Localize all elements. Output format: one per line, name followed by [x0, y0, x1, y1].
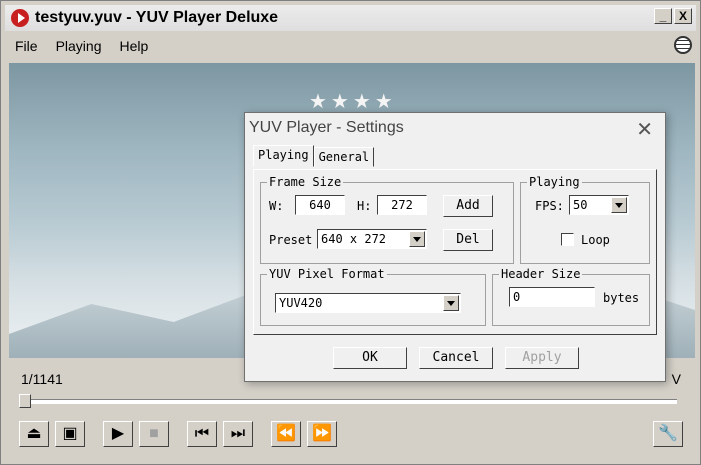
globe-icon[interactable] — [674, 36, 692, 54]
header-size-unit: bytes — [603, 291, 640, 305]
close-button[interactable]: X — [674, 8, 692, 24]
menu-file[interactable]: File — [15, 38, 38, 54]
width-field[interactable]: 640 — [295, 195, 345, 215]
chevron-down-icon[interactable] — [409, 231, 425, 247]
dialog-title: YUV Player - Settings — [249, 119, 404, 136]
rewind-button[interactable]: ⏪ — [271, 421, 301, 447]
frame-size-legend: Frame Size — [267, 175, 344, 189]
preset-combo[interactable]: 640 x 272 — [317, 229, 427, 249]
playing-group: Playing FPS: 50 Loop — [520, 175, 650, 264]
window-controls: _ X — [654, 8, 692, 24]
preset-label: Preset — [269, 233, 313, 247]
seek-thumb[interactable] — [19, 394, 31, 408]
fps-combo[interactable]: 50 — [569, 195, 629, 215]
pixel-format-combo[interactable]: YUV420 — [275, 293, 461, 313]
partial-label: V — [671, 371, 681, 387]
next-frame-button[interactable]: ⏭ — [223, 421, 253, 447]
playing-tab-panel: Frame Size W: 640 H: 272 Add Preset 640 … — [253, 169, 657, 335]
close-icon[interactable]: ✕ — [636, 117, 653, 142]
height-label: H: — [357, 199, 372, 213]
fast-forward-button[interactable]: ⏩ — [307, 421, 337, 447]
loop-label: Loop — [581, 233, 610, 247]
pixel-format-legend: YUV Pixel Format — [267, 267, 387, 281]
preset-value: 640 x 272 — [321, 232, 387, 246]
tab-playing[interactable]: Playing — [253, 145, 314, 167]
seek-track[interactable] — [21, 399, 677, 404]
pixel-format-group: YUV Pixel Format YUV420 — [260, 267, 486, 326]
header-size-field[interactable]: 0 — [509, 287, 595, 307]
apply-button[interactable]: Apply — [505, 347, 579, 369]
ok-button[interactable]: OK — [333, 347, 407, 369]
chevron-down-icon[interactable] — [611, 197, 627, 213]
app-play-icon — [11, 9, 29, 27]
menu-bar: File Playing Help — [7, 35, 696, 57]
header-size-group: Header Size 0 bytes — [492, 267, 650, 326]
menu-help[interactable]: Help — [119, 38, 148, 54]
frame-counter: 1/1141 — [21, 371, 63, 387]
add-button[interactable]: Add — [443, 195, 493, 217]
wrench-icon[interactable]: 🔧 — [653, 421, 683, 447]
eject-button[interactable]: ⏏ — [19, 421, 49, 447]
pixel-format-value: YUV420 — [279, 296, 323, 310]
header-size-legend: Header Size — [499, 267, 583, 281]
cancel-button[interactable]: Cancel — [419, 347, 493, 369]
stars-icon: ★★★★ — [309, 91, 397, 113]
playing-legend: Playing — [527, 175, 582, 189]
del-button[interactable]: Del — [443, 229, 493, 251]
settings-tabs: Playing General — [253, 145, 375, 167]
chevron-down-icon[interactable] — [443, 295, 459, 311]
loop-checkbox[interactable] — [561, 233, 574, 246]
frame-size-group: Frame Size W: 640 H: 272 Add Preset 640 … — [260, 175, 514, 264]
minimize-button[interactable]: _ — [654, 8, 672, 24]
window-title: testyuv.yuv - YUV Player Deluxe — [35, 9, 279, 26]
height-field[interactable]: 272 — [377, 195, 427, 215]
width-label: W: — [269, 199, 284, 213]
title-bar[interactable]: testyuv.yuv - YUV Player Deluxe _ X — [5, 5, 696, 31]
menu-playing[interactable]: Playing — [56, 38, 102, 54]
play-button[interactable]: ▶ — [103, 421, 133, 447]
settings-dialog: YUV Player - Settings ✕ Playing General … — [244, 112, 666, 382]
fps-label: FPS: — [535, 199, 564, 213]
tab-general[interactable]: General — [313, 147, 375, 167]
stop-button[interactable]: ■ — [139, 421, 169, 447]
prev-frame-button[interactable]: ⏮ — [187, 421, 217, 447]
save-button[interactable]: ▣ — [55, 421, 85, 447]
fps-value: 50 — [573, 198, 588, 212]
